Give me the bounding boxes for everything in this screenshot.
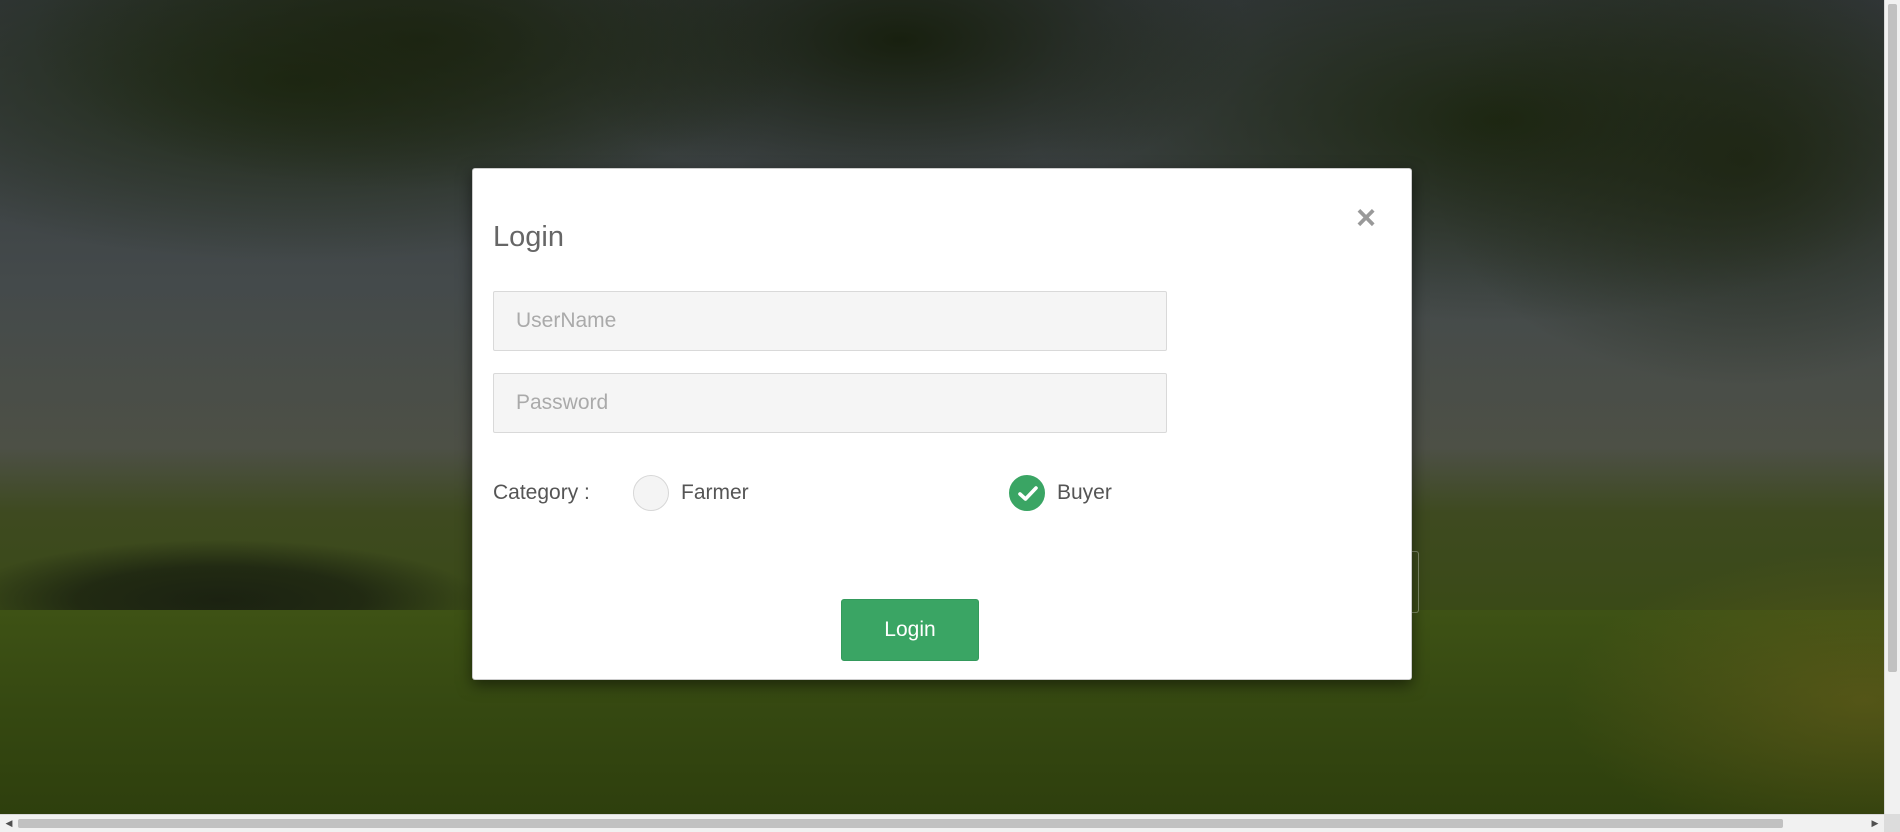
horizontal-scroll-thumb[interactable] bbox=[18, 819, 1783, 828]
category-radio-group: Category : Farmer Buyer bbox=[493, 475, 1193, 515]
login-modal: × Login Category : Farmer Buyer Login bbox=[472, 168, 1412, 680]
scroll-left-arrow-icon[interactable]: ◀ bbox=[4, 818, 14, 828]
category-label: Category : bbox=[493, 481, 590, 504]
password-input[interactable] bbox=[493, 373, 1167, 433]
horizontal-scrollbar[interactable]: ◀ ▶ bbox=[0, 814, 1884, 832]
close-icon[interactable]: × bbox=[1351, 201, 1381, 235]
sunlight-glow bbox=[1364, 520, 1884, 814]
modal-title: Login bbox=[493, 221, 564, 253]
farmer-radio-label[interactable]: Farmer bbox=[681, 481, 749, 505]
vertical-scrollbar[interactable] bbox=[1884, 0, 1900, 816]
vertical-scroll-thumb[interactable] bbox=[1888, 4, 1897, 672]
scroll-right-arrow-icon[interactable]: ▶ bbox=[1870, 818, 1880, 828]
buyer-radio-label[interactable]: Buyer bbox=[1057, 481, 1112, 505]
buyer-radio[interactable] bbox=[1009, 475, 1045, 511]
farmer-radio[interactable] bbox=[633, 475, 669, 511]
login-button[interactable]: Login bbox=[841, 599, 979, 661]
scrollbar-corner bbox=[1884, 814, 1900, 832]
check-icon bbox=[1018, 486, 1038, 501]
username-input[interactable] bbox=[493, 291, 1167, 351]
